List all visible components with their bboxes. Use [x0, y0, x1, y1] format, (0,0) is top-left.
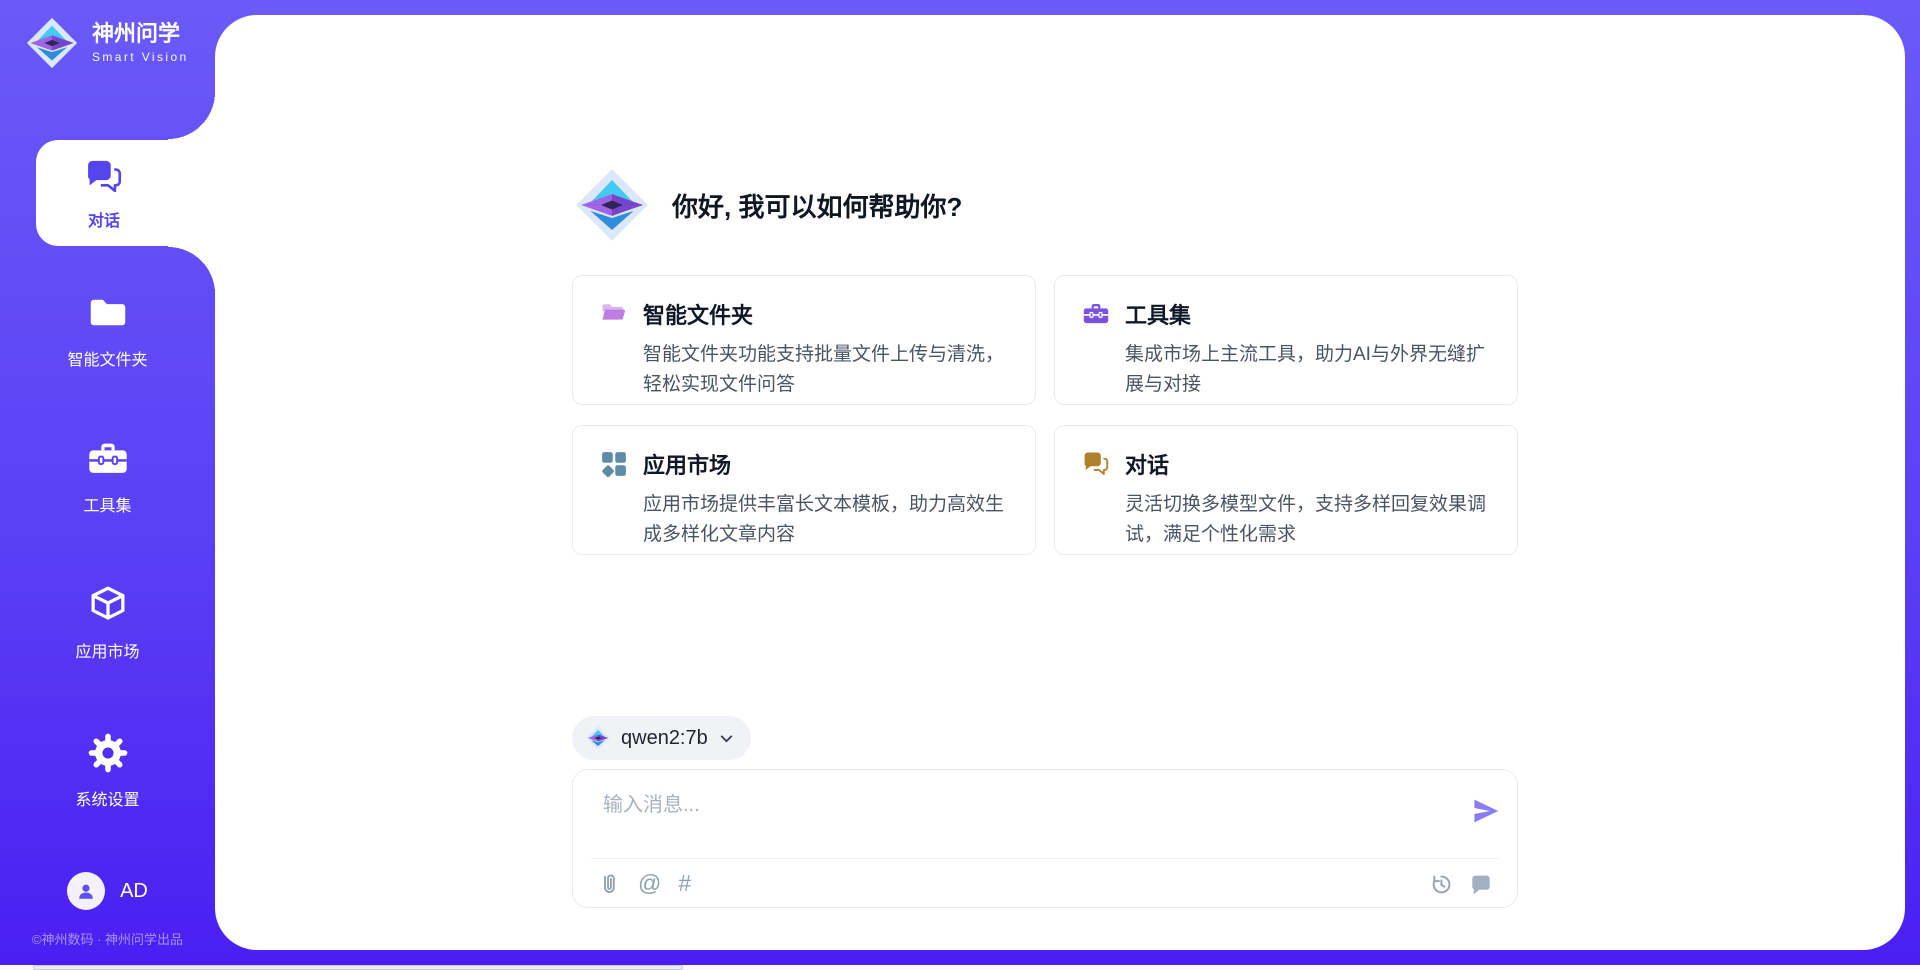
folder-open-icon	[599, 299, 629, 329]
brand-logo-icon	[572, 165, 652, 245]
greeting-block: 你好, 我可以如何帮助你?	[572, 165, 962, 245]
main-content-surface: 你好, 我可以如何帮助你? 智能文件夹 智能文件夹功能支持批量文件上传与清洗，轻…	[215, 15, 1905, 950]
brand-subtitle: Smart Vision	[92, 50, 189, 64]
card-description: 应用市场提供丰富长文本模板，助力高效生成多样化文章内容	[643, 490, 1009, 550]
message-input[interactable]	[601, 785, 1445, 825]
person-icon	[74, 879, 98, 903]
sidebar-item-chat[interactable]: 对话	[36, 140, 216, 246]
chat-icon	[1081, 449, 1111, 479]
main-content: 你好, 我可以如何帮助你? 智能文件夹 智能文件夹功能支持批量文件上传与清洗，轻…	[572, 15, 1518, 950]
chevron-down-icon	[718, 730, 735, 747]
message-input-card: @ #	[572, 769, 1518, 908]
card-title: 智能文件夹	[643, 298, 753, 330]
brand-name: 神州问学	[92, 22, 189, 46]
user-initials: AD	[120, 880, 148, 903]
card-chat[interactable]: 对话 灵活切换多模型文件，支持多样回复效果调试，满足个性化需求	[1054, 425, 1518, 555]
footer-credit: ©神州数码 · 神州问学出品	[0, 929, 215, 948]
gear-icon	[85, 730, 131, 776]
avatar	[67, 872, 105, 910]
send-icon[interactable]	[1471, 796, 1501, 826]
brand-logo-icon	[24, 15, 80, 71]
card-header: 对话	[1081, 448, 1491, 480]
toolbox-icon	[1081, 299, 1111, 329]
horizontal-scrollbar[interactable]	[0, 965, 1920, 970]
active-tab-curve-top	[168, 92, 216, 140]
card-title: 应用市场	[643, 448, 731, 480]
app-grid-icon	[599, 449, 629, 479]
card-toolset[interactable]: 工具集 集成市场上主流工具，助力AI与外界无缝扩展与对接	[1054, 275, 1518, 405]
card-header: 工具集	[1081, 298, 1491, 330]
sidebar-item-label: 系统设置	[75, 786, 139, 810]
sidebar-item-label: 工具集	[83, 492, 131, 516]
brand: 神州问学 Smart Vision	[24, 15, 189, 71]
card-app-market[interactable]: 应用市场 应用市场提供丰富长文本模板，助力高效生成多样化文章内容	[572, 425, 1036, 555]
sidebar-item-label: 对话	[88, 207, 120, 231]
app-frame: 你好, 我可以如何帮助你? 智能文件夹 智能文件夹功能支持批量文件上传与清洗，轻…	[0, 0, 1920, 970]
mention-icon[interactable]: @	[638, 872, 661, 895]
card-title: 工具集	[1125, 298, 1191, 330]
model-selector[interactable]: qwen2:7b	[572, 716, 751, 760]
feature-cards: 智能文件夹 智能文件夹功能支持批量文件上传与清洗，轻松实现文件问答 工具集 集成…	[572, 275, 1518, 555]
card-smart-folder[interactable]: 智能文件夹 智能文件夹功能支持批量文件上传与清洗，轻松实现文件问答	[572, 275, 1036, 405]
hashtag-icon[interactable]: #	[678, 872, 691, 895]
cube-icon	[85, 582, 131, 628]
sidebar-item-app-market[interactable]: 应用市场	[0, 582, 215, 662]
chat-bubble-icon[interactable]	[1469, 872, 1493, 896]
brand-text: 神州问学 Smart Vision	[92, 22, 189, 63]
scrollbar-thumb[interactable]	[33, 965, 683, 970]
sidebar-item-toolset[interactable]: 工具集	[0, 436, 215, 516]
card-header: 应用市场	[599, 448, 1009, 480]
active-tab-curve-bottom	[168, 246, 216, 294]
composer-toolbar: @ #	[597, 859, 1493, 908]
sidebar-item-smart-folder[interactable]: 智能文件夹	[0, 290, 215, 370]
model-logo-icon	[585, 725, 611, 751]
card-header: 智能文件夹	[599, 298, 1009, 330]
composer-tools-left: @ #	[597, 872, 691, 896]
history-icon[interactable]	[1429, 872, 1453, 896]
toolbox-icon	[85, 436, 131, 482]
card-description: 集成市场上主流工具，助力AI与外界无缝扩展与对接	[1125, 340, 1491, 400]
card-description: 灵活切换多模型文件，支持多样回复效果调试，满足个性化需求	[1125, 490, 1491, 550]
composer-tools-right	[1429, 872, 1493, 896]
sidebar-item-label: 应用市场	[75, 638, 139, 662]
sidebar-item-label: 智能文件夹	[67, 346, 147, 370]
folder-icon	[85, 290, 131, 336]
model-name: qwen2:7b	[621, 727, 708, 750]
sidebar-item-settings[interactable]: 系统设置	[0, 730, 215, 810]
user-profile[interactable]: AD	[0, 872, 215, 910]
card-title: 对话	[1125, 448, 1169, 480]
chat-icon	[83, 156, 125, 198]
card-description: 智能文件夹功能支持批量文件上传与清洗，轻松实现文件问答	[643, 340, 1009, 400]
composer: qwen2:7b @ #	[572, 716, 1518, 908]
paperclip-icon[interactable]	[597, 872, 621, 896]
greeting-text: 你好, 我可以如何帮助你?	[672, 187, 962, 224]
